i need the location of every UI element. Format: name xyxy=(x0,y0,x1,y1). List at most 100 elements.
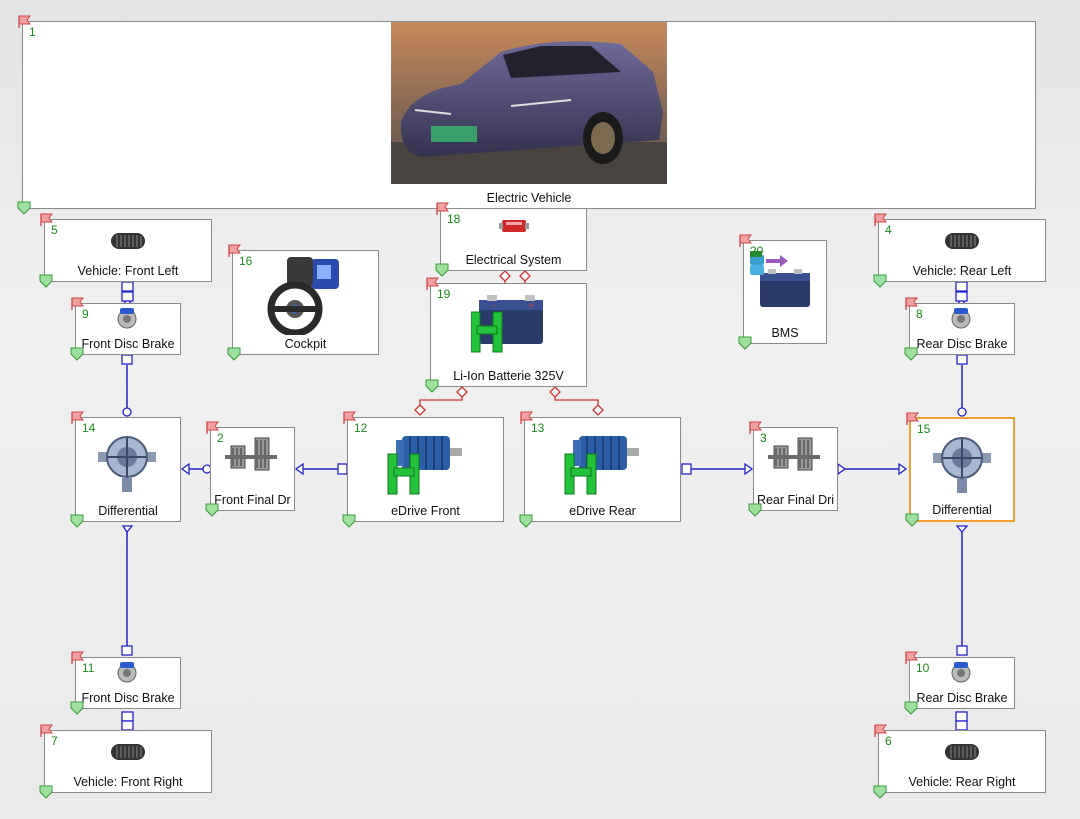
block-number: 10 xyxy=(916,661,930,675)
block-number: 14 xyxy=(82,421,96,435)
block-edrive-front[interactable]: 12 eDrive Front xyxy=(342,411,504,528)
block-flag-icon[interactable] xyxy=(70,411,84,425)
block-flag-icon[interactable] xyxy=(738,234,752,248)
block-vehicle-rear-left[interactable]: 4 Vehicle: Rear Left xyxy=(873,213,1046,288)
block-label: Rear Disc Brake xyxy=(916,337,1008,351)
block-differential-rear[interactable]: 15 Differential xyxy=(905,412,1015,527)
block-front-disc-brake-11[interactable]: 11 Front Disc Brake xyxy=(70,651,181,715)
tire-icon xyxy=(110,232,146,255)
tire-icon xyxy=(110,743,146,766)
block-label: Differential xyxy=(98,504,158,518)
block-flag-icon[interactable] xyxy=(205,421,219,435)
block-front-disc-brake-9[interactable]: 9 Front Disc Brake xyxy=(70,297,181,361)
block-port-icon[interactable] xyxy=(905,513,919,527)
block-port-icon[interactable] xyxy=(205,503,219,517)
link-battery-to-edrive-rear xyxy=(554,387,599,412)
block-label: eDrive Front xyxy=(391,504,460,518)
electric-motor-icon xyxy=(563,430,641,501)
block-port-icon[interactable] xyxy=(738,336,752,350)
block-flag-icon[interactable] xyxy=(39,724,53,738)
block-label: Front Final Dr xyxy=(214,493,291,507)
battery-icon: - + xyxy=(470,292,547,359)
block-vehicle-front-right[interactable]: 7 Vehicle: Front Right xyxy=(39,724,212,799)
disc-brake-icon xyxy=(950,307,972,334)
block-flag-icon[interactable] xyxy=(70,297,84,311)
block-label: Differential xyxy=(932,503,992,517)
block-flag-icon[interactable] xyxy=(905,412,919,426)
block-front-final-drive[interactable]: 2 Front Final Dr xyxy=(205,421,295,517)
svg-text:+: + xyxy=(528,301,535,310)
block-differential-front[interactable]: 14 Differential xyxy=(70,411,181,528)
block-label: Rear Final Dri xyxy=(756,493,835,507)
block-electric-vehicle[interactable]: 1 Electric Vehicle xyxy=(17,15,1036,215)
block-cockpit[interactable]: 16 Cockpit xyxy=(227,244,379,361)
block-port-icon[interactable] xyxy=(342,514,356,528)
tire-icon xyxy=(944,232,980,255)
block-port-icon[interactable] xyxy=(17,201,31,215)
block-port-icon[interactable] xyxy=(227,347,241,361)
block-vehicle-rear-right[interactable]: 6 Vehicle: Rear Right xyxy=(873,724,1046,799)
block-label: Front Disc Brake xyxy=(81,691,175,705)
block-port-icon[interactable] xyxy=(904,701,918,715)
block-port-icon[interactable] xyxy=(748,503,762,517)
block-port-icon[interactable] xyxy=(435,263,449,277)
block-number: 18 xyxy=(447,212,461,226)
block-bms[interactable]: 20 BMS xyxy=(738,234,827,350)
block-number: 13 xyxy=(531,421,545,435)
block-label: Electrical System xyxy=(465,253,562,267)
block-rear-disc-brake-8[interactable]: 8 Rear Disc Brake xyxy=(904,297,1015,361)
block-label: Vehicle: Front Right xyxy=(73,775,183,789)
block-electrical-system[interactable]: 18 Electrical System xyxy=(435,202,587,277)
block-edrive-rear[interactable]: 13 eDrive Rear xyxy=(519,411,681,528)
block-port-icon[interactable] xyxy=(70,514,84,528)
differential-icon xyxy=(931,423,993,500)
block-number: 19 xyxy=(437,287,451,301)
gear-pair-icon xyxy=(225,432,277,481)
disc-brake-icon xyxy=(116,307,138,334)
block-label: Vehicle: Front Left xyxy=(77,264,179,278)
block-rear-disc-brake-10[interactable]: 10 Rear Disc Brake xyxy=(904,651,1015,715)
block-flag-icon[interactable] xyxy=(227,244,241,258)
block-label: Vehicle: Rear Right xyxy=(908,775,1016,789)
block-flag-icon[interactable] xyxy=(519,411,533,425)
block-port-icon[interactable] xyxy=(39,274,53,288)
block-vehicle-front-left[interactable]: 5 Vehicle: Front Left xyxy=(39,213,212,288)
bms-icon xyxy=(748,249,814,316)
block-flag-icon[interactable] xyxy=(904,651,918,665)
block-flag-icon[interactable] xyxy=(435,202,449,216)
block-flag-icon[interactable] xyxy=(873,213,887,227)
block-flag-icon[interactable] xyxy=(342,411,356,425)
block-label: BMS xyxy=(771,326,799,340)
svg-text:-: - xyxy=(492,301,495,310)
disc-brake-icon xyxy=(950,661,972,688)
connector-icon xyxy=(499,217,529,240)
block-li-ion-battery[interactable]: - +19 Li-Ion Batterie 325V xyxy=(425,277,587,393)
block-number: 15 xyxy=(917,422,931,436)
block-port-icon[interactable] xyxy=(519,514,533,528)
block-flag-icon[interactable] xyxy=(70,651,84,665)
block-flag-icon[interactable] xyxy=(17,15,31,29)
block-label: Cockpit xyxy=(284,337,327,351)
block-flag-icon[interactable] xyxy=(425,277,439,291)
differential-icon xyxy=(96,422,158,499)
block-port-icon[interactable] xyxy=(70,347,84,361)
steering-wheel-icon xyxy=(267,255,343,340)
block-port-icon[interactable] xyxy=(70,701,84,715)
block-label: Electric Vehicle xyxy=(486,191,572,205)
block-port-icon[interactable] xyxy=(873,274,887,288)
block-flag-icon[interactable] xyxy=(748,421,762,435)
block-port-icon[interactable] xyxy=(425,379,439,393)
block-flag-icon[interactable] xyxy=(873,724,887,738)
block-port-icon[interactable] xyxy=(39,785,53,799)
block-label: eDrive Rear xyxy=(569,504,636,518)
tire-icon xyxy=(944,743,980,766)
car-photo xyxy=(391,22,667,189)
block-number: 20 xyxy=(750,244,764,258)
block-rear-final-drive[interactable]: 3 Rear Final Dri xyxy=(748,421,838,517)
block-flag-icon[interactable] xyxy=(904,297,918,311)
block-label: Rear Disc Brake xyxy=(916,691,1008,705)
gear-pair-icon xyxy=(768,432,820,481)
block-port-icon[interactable] xyxy=(904,347,918,361)
block-port-icon[interactable] xyxy=(873,785,887,799)
block-flag-icon[interactable] xyxy=(39,213,53,227)
